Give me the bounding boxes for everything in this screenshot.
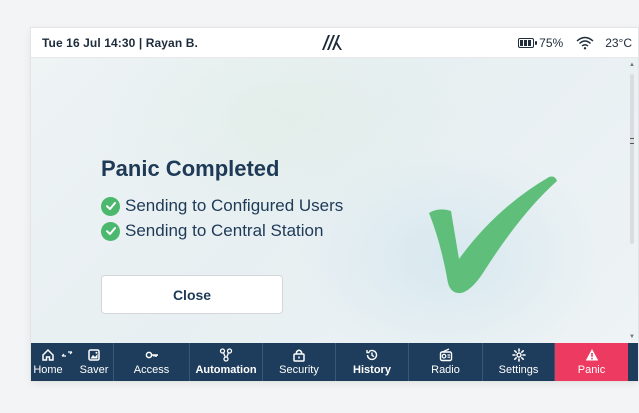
lock-icon	[293, 349, 305, 362]
status-item-central: Sending to Central Station	[101, 221, 323, 241]
check-circle-icon	[101, 196, 120, 216]
status-item-label: Sending to Central Station	[125, 221, 324, 240]
nav-automation-label: Automation	[195, 364, 257, 376]
page-title: Panic Completed	[101, 156, 280, 181]
history-icon	[366, 349, 378, 361]
nav-home-saver-group: Home Saver	[31, 343, 114, 381]
screen-saver-icon	[88, 349, 100, 361]
nav-access-label: Access	[133, 364, 170, 376]
nav-security-label: Security	[279, 364, 319, 376]
nav-radio[interactable]: Radio	[409, 343, 483, 381]
large-checkmark-icon	[429, 176, 557, 294]
wifi-icon	[576, 36, 594, 50]
bottom-nav: Home Saver Access Automation Security Hi…	[31, 343, 638, 381]
status-item-users: Sending to Configured Users	[101, 196, 343, 216]
home-icon	[42, 348, 54, 361]
battery-level: 75%	[539, 36, 564, 50]
status-item-label: Sending to Configured Users	[125, 196, 344, 215]
datetime-user: Tue 16 Jul 14:30 | Rayan B.	[42, 35, 198, 50]
radio-icon	[439, 348, 452, 362]
scrollbar[interactable]: ▲ ▼	[629, 62, 635, 340]
nav-history[interactable]: History	[336, 343, 409, 381]
key-icon	[145, 351, 158, 359]
nav-settings[interactable]: Settings	[483, 343, 555, 381]
check-circle-icon	[101, 221, 120, 241]
scroll-up-icon[interactable]: ▲	[629, 62, 635, 68]
device-screen: Tue 16 Jul 14:30 | Rayan B. 75% 23°C Pan…	[31, 28, 638, 381]
nav-home[interactable]: Home	[33, 343, 63, 381]
warning-icon	[585, 349, 598, 361]
nav-home-label: Home	[33, 364, 63, 376]
nav-automation[interactable]: Automation	[190, 343, 263, 381]
scroll-down-icon[interactable]: ▼	[629, 334, 635, 340]
panic-completed-panel: Panic Completed Sending to Configured Us…	[31, 58, 638, 343]
temperature: 23°C	[605, 36, 632, 50]
swap-arrows-icon[interactable]	[61, 348, 73, 360]
status-indicators: 75% 23°C	[518, 28, 632, 58]
scroll-grip-icon	[630, 138, 634, 144]
nav-saver[interactable]: Saver	[76, 343, 112, 381]
nav-panic-label: Panic	[577, 364, 606, 376]
nav-settings-label: Settings	[498, 364, 539, 376]
nav-access[interactable]: Access	[114, 343, 190, 381]
nav-saver-label: Saver	[79, 364, 109, 376]
nav-history-label: History	[353, 364, 391, 376]
nav-panic[interactable]: Panic	[555, 343, 628, 381]
nav-radio-label: Radio	[431, 364, 460, 376]
close-button[interactable]: Close	[101, 275, 283, 314]
automation-icon	[219, 348, 233, 362]
battery-icon	[518, 38, 538, 48]
brand-logo-icon	[322, 35, 342, 50]
gear-icon	[511, 348, 526, 362]
nav-security[interactable]: Security	[263, 343, 336, 381]
scroll-thumb[interactable]	[630, 74, 634, 244]
status-bar: Tue 16 Jul 14:30 | Rayan B. 75% 23°C	[31, 28, 638, 58]
